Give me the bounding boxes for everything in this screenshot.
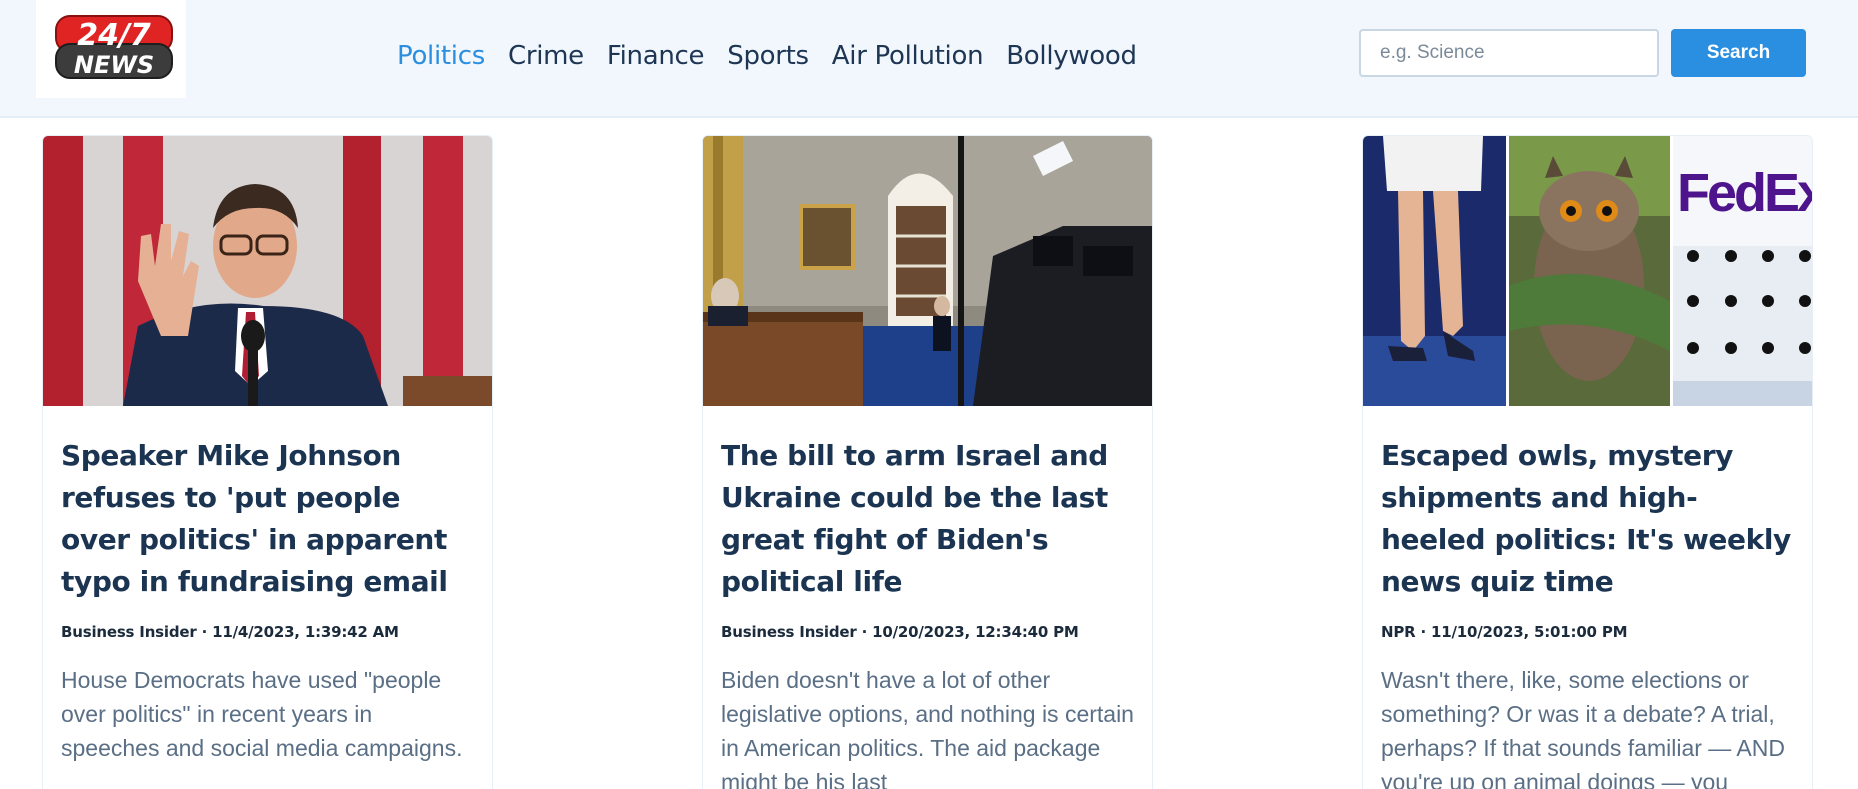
logo-line1: 24/7 <box>77 18 151 53</box>
article-image[interactable] <box>43 136 493 406</box>
article-meta: NPR · 11/10/2023, 5:01:00 PM <box>1381 623 1628 641</box>
site-logo[interactable]: 24/7 NEWS <box>36 0 186 98</box>
site-header: 24/7 NEWS Politics Crime Finance Sports … <box>0 0 1858 118</box>
search-input[interactable] <box>1359 29 1659 77</box>
category-nav: Politics Crime Finance Sports Air Pollut… <box>397 36 1160 76</box>
search-button[interactable]: Search <box>1671 29 1806 77</box>
article-meta: Business Insider · 10/20/2023, 12:34:40 … <box>721 623 1079 641</box>
article-title[interactable]: Speaker Mike Johnson refuses to 'put peo… <box>61 435 474 603</box>
article-card[interactable]: FedEx Escaped owls, mystery shipments an… <box>1362 135 1813 789</box>
nav-item-finance[interactable]: Finance <box>607 41 705 71</box>
article-card[interactable]: The bill to arm Israel and Ukraine could… <box>702 135 1153 789</box>
article-image[interactable] <box>703 136 1153 406</box>
article-description: House Democrats have used "people over p… <box>61 667 463 761</box>
article-description: Wasn't there, like, some elections or so… <box>1381 667 1785 789</box>
article-description: Biden doesn't have a lot of other legisl… <box>721 667 1134 789</box>
article-image[interactable]: FedEx <box>1363 136 1813 406</box>
article-title[interactable]: Escaped owls, mystery shipments and high… <box>1381 435 1794 603</box>
logo-graphic: 24/7 NEWS <box>55 15 173 79</box>
article-card[interactable]: Speaker Mike Johnson refuses to 'put peo… <box>42 135 493 789</box>
nav-item-crime[interactable]: Crime <box>508 41 584 71</box>
nav-item-sports[interactable]: Sports <box>727 41 809 71</box>
nav-item-air-pollution[interactable]: Air Pollution <box>832 41 984 71</box>
nav-item-politics[interactable]: Politics <box>397 41 485 71</box>
nav-item-bollywood[interactable]: Bollywood <box>1006 41 1137 71</box>
article-title[interactable]: The bill to arm Israel and Ukraine could… <box>721 435 1134 603</box>
article-meta: Business Insider · 11/4/2023, 1:39:42 AM <box>61 623 399 641</box>
logo-line2: NEWS <box>74 51 154 79</box>
